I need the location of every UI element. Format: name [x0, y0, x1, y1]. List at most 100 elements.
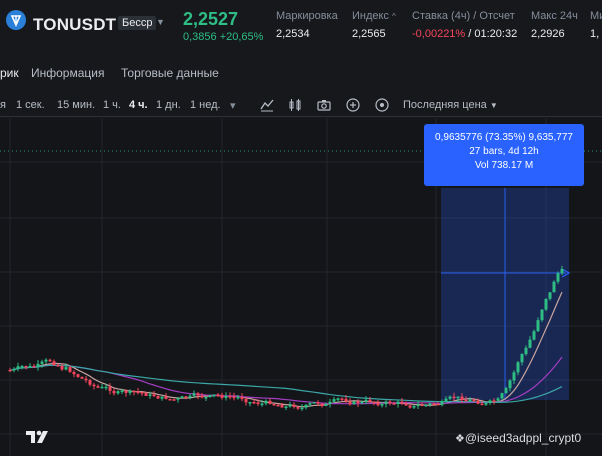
candle-body: [112, 390, 116, 394]
candle-body: [52, 361, 56, 366]
candle-body: [20, 365, 24, 368]
candle-body: [420, 404, 424, 407]
candle-body: [120, 390, 124, 392]
candle-body: [324, 404, 328, 406]
last-price: 2,2527: [183, 9, 239, 29]
timeframe-1h[interactable]: 1 ч.: [103, 99, 121, 111]
candle-body: [236, 396, 240, 399]
chart-type-icon[interactable]: [287, 97, 303, 113]
candle-body: [188, 395, 192, 398]
candle-body: [488, 400, 492, 404]
candle-body: [560, 269, 564, 274]
candle-body: [304, 404, 308, 408]
candle-body: [164, 396, 168, 399]
candle-body: [284, 406, 288, 409]
tab-trading-data[interactable]: Торговые данные: [121, 66, 219, 80]
candle-body: [192, 393, 196, 396]
tradingview-logo-icon: [24, 428, 50, 446]
camera-icon[interactable]: [316, 97, 332, 113]
candle-body: [312, 402, 316, 404]
candle-body: [404, 403, 408, 406]
symbol-dropdown-caret-icon[interactable]: ▼: [156, 17, 165, 27]
timeframe-15m[interactable]: 15 мин.: [57, 99, 95, 111]
candle-body: [180, 396, 184, 399]
settings-icon[interactable]: [374, 97, 390, 113]
candle-body: [56, 365, 60, 367]
candle-body: [256, 402, 260, 404]
candle-body: [252, 401, 256, 404]
candle-body: [100, 386, 104, 389]
candle-body: [344, 398, 348, 402]
price-change: 0,3856 +20,65%: [183, 31, 264, 43]
candle-body: [292, 404, 296, 407]
candle-body: [548, 292, 552, 299]
price-type-select[interactable]: Последняя цена ▼: [403, 99, 498, 111]
candle-body: [400, 401, 404, 404]
candle-body: [104, 386, 108, 389]
candle-body: [140, 392, 144, 394]
candle-body: [168, 398, 172, 401]
candle-body: [88, 380, 92, 385]
tab-info[interactable]: Информация: [31, 66, 104, 80]
candle-body: [360, 401, 364, 404]
candle-body: [116, 391, 120, 394]
candle-body: [444, 398, 448, 402]
timeframe-1d[interactable]: 1 дн.: [156, 99, 181, 111]
candle-body: [132, 390, 136, 393]
candle-body: [240, 396, 244, 400]
candle-body: [92, 384, 96, 387]
candle-body: [28, 365, 32, 368]
candle-body: [492, 400, 496, 402]
candle-body: [504, 388, 508, 394]
candle-body: [124, 390, 128, 393]
candle-body: [224, 396, 228, 398]
timeframe-4h[interactable]: 4 ч.: [129, 99, 148, 111]
candle-body: [64, 367, 68, 370]
chart-toolbar: я 1 сек. 15 мин. 1 ч. 4 ч. 1 дн. 1 нед. …: [0, 93, 602, 117]
candle-body: [552, 281, 556, 293]
candle-body: [496, 398, 500, 401]
candle-body: [12, 368, 16, 371]
candle-body: [500, 393, 504, 399]
chevron-down-icon: ▼: [489, 101, 498, 110]
ton-diamond-icon: [6, 10, 26, 30]
add-icon[interactable]: [345, 97, 361, 113]
candle-body: [536, 320, 540, 332]
candle-body: [316, 402, 320, 404]
candle-body: [244, 399, 248, 403]
candle-body: [476, 400, 480, 404]
candle-body: [432, 403, 436, 405]
candle-body: [308, 403, 312, 405]
indicator-icon[interactable]: [259, 97, 275, 113]
symbol-name[interactable]: TONUSDT: [33, 15, 116, 35]
candle-body: [108, 386, 112, 391]
candle-body: [144, 392, 148, 396]
candle-body: [428, 403, 432, 405]
candle-body: [84, 378, 88, 381]
candle-body: [204, 397, 208, 399]
candle-body: [508, 380, 512, 389]
candle-body: [440, 401, 444, 405]
tab-chart[interactable]: рик: [0, 66, 19, 80]
candle-body: [372, 401, 376, 404]
candle-body: [32, 365, 36, 368]
caret-up-icon: ^: [392, 12, 396, 21]
candle-body: [456, 396, 460, 399]
timeframe-1w[interactable]: 1 нед.: [190, 99, 221, 111]
candle-body: [472, 399, 476, 402]
candle-body: [392, 403, 396, 405]
timeframe-time[interactable]: я: [0, 99, 6, 111]
candle-body: [544, 298, 548, 310]
view-tabs: рик Информация Торговые данные: [0, 58, 602, 88]
candle-body: [136, 391, 140, 393]
more-timeframes-caret-icon[interactable]: ▾: [230, 99, 236, 112]
candle-body: [16, 366, 20, 369]
candle-body: [212, 394, 216, 396]
candle-body: [416, 404, 420, 407]
candle-body: [68, 367, 72, 372]
candle-body: [232, 396, 236, 399]
timeframe-1s[interactable]: 1 сек.: [16, 99, 45, 111]
candle-body: [24, 365, 28, 368]
candle-body: [40, 361, 44, 364]
candle-body: [220, 394, 224, 398]
